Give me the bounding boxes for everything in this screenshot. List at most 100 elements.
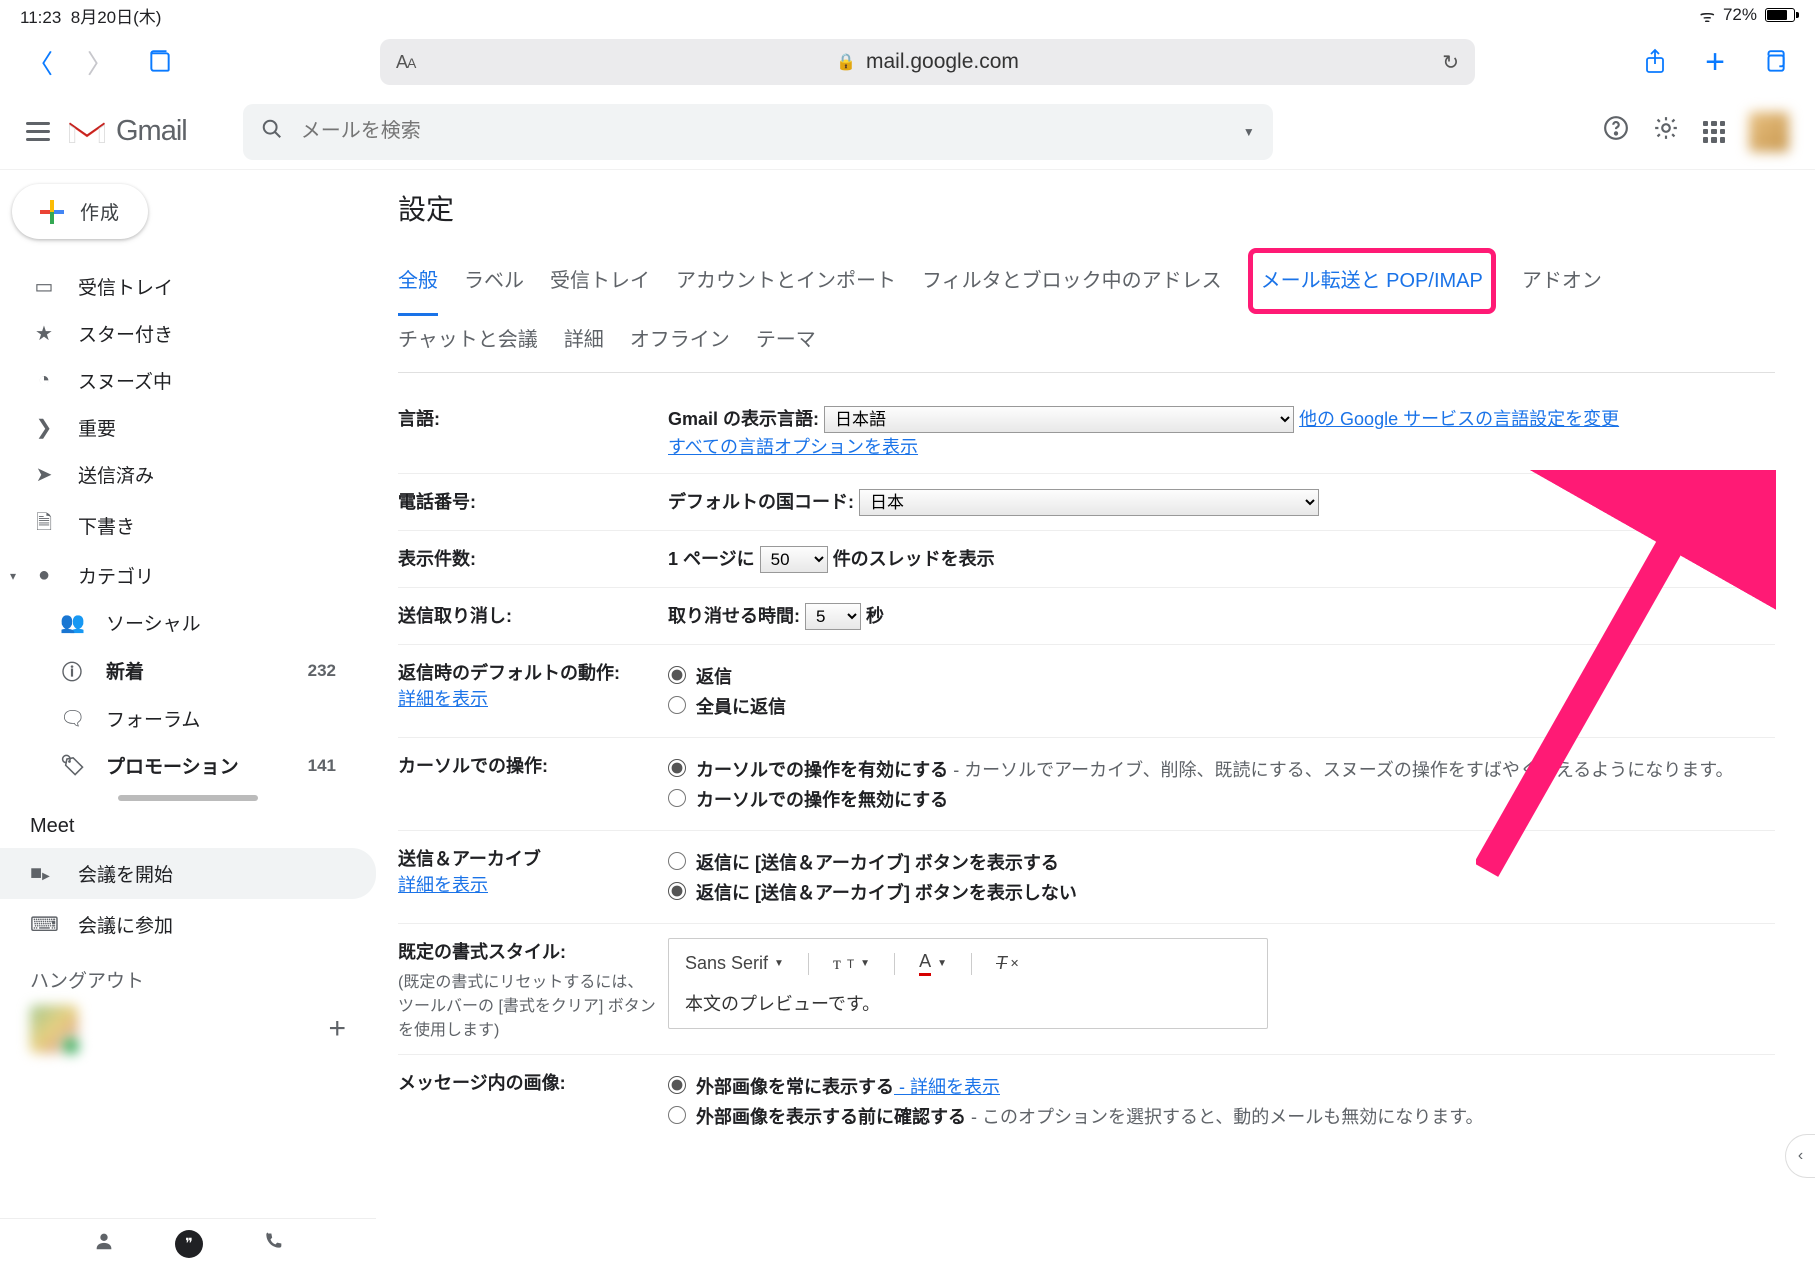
account-avatar[interactable] <box>1749 112 1789 152</box>
hangouts-tab-icon[interactable]: ❞ <box>175 1230 203 1258</box>
contacts-tab-icon[interactable] <box>93 1230 115 1258</box>
undo-suffix: 秒 <box>866 606 884 626</box>
select-page-size[interactable]: 50 <box>760 546 828 573</box>
sidebar-item-新着[interactable]: ⓘ新着232 <box>0 646 376 695</box>
opt-images-ask: 外部画像を表示する前に確認する <box>696 1107 966 1127</box>
sidebar-item-ソーシャル[interactable]: 👥ソーシャル <box>0 599 376 646</box>
tab-6[interactable]: アドオン <box>1522 257 1602 313</box>
video-camera-icon: ■▶ <box>30 862 54 885</box>
opt-sa-hide: 返信に [送信＆アーカイブ] ボタンを表示しない <box>696 879 1077 905</box>
hangouts-add-button[interactable]: + <box>328 1012 346 1046</box>
tab-4[interactable]: フィルタとブロック中のアドレス <box>922 257 1222 313</box>
phone-tab-icon[interactable] <box>263 1231 283 1257</box>
hangouts-username <box>90 1019 316 1039</box>
opt-sa-show: 返信に [送信＆アーカイブ] ボタンを表示する <box>696 849 1059 875</box>
link-other-services[interactable]: 他の Google サービスの言語設定を変更 <box>1299 409 1619 429</box>
url-bar[interactable]: AA 🔒 mail.google.com ↻ <box>380 39 1475 85</box>
meet-join-button[interactable]: ⌨ 会議に参加 <box>0 899 376 950</box>
help-icon[interactable] <box>1603 115 1629 148</box>
hamburger-menu-icon[interactable] <box>26 120 50 144</box>
tabs-button[interactable] <box>1755 42 1795 82</box>
nav-label: プロモーション <box>106 752 239 779</box>
ios-time: 11:23 <box>20 8 61 27</box>
select-undo-seconds[interactable]: 5 <box>805 603 861 630</box>
tab-9[interactable]: オフライン <box>630 316 730 372</box>
tab-10[interactable]: テーマ <box>756 316 816 372</box>
tab-1[interactable]: ラベル <box>464 257 524 313</box>
default-code-label: デフォルトの国コード: <box>668 492 854 512</box>
gmail-logo[interactable]: Gmail <box>66 115 187 148</box>
search-bar[interactable]: ▼ <box>243 104 1273 160</box>
opt-hover-on: カーソルでの操作を有効にする <box>696 760 948 780</box>
label-images: メッセージ内の画像: <box>398 1055 668 1148</box>
meet-start-label: 会議を開始 <box>78 860 173 887</box>
opt-hover-off: カーソルでの操作を無効にする <box>696 786 948 812</box>
apps-grid-icon[interactable] <box>1703 121 1725 143</box>
radio-sa-show[interactable] <box>668 852 686 870</box>
label-hover: カーソルでの操作: <box>398 738 668 831</box>
ios-status-bar: 11:23 8月20日(木) ᯤ 72% <box>0 0 1815 30</box>
select-country-code[interactable]: 日本 <box>859 489 1319 516</box>
clear-format-button[interactable]: T✕ <box>996 953 1019 974</box>
compose-button[interactable]: 作成 <box>12 184 148 239</box>
sidebar-item-スヌーズ中[interactable]: ◔スヌーズ中 <box>0 357 376 404</box>
display-language-label: Gmail の表示言語: <box>668 409 819 429</box>
nav-icon: ❯ <box>32 415 56 440</box>
gmail-logo-text: Gmail <box>116 115 187 148</box>
page-size-prefix: 1 ページに <box>668 549 755 569</box>
gmail-logo-icon <box>66 116 108 148</box>
tab-5[interactable]: メール転送と POP/IMAP <box>1248 248 1496 314</box>
tab-8[interactable]: 詳細 <box>564 316 604 372</box>
bookmarks-button[interactable] <box>140 42 180 82</box>
radio-hover-off[interactable] <box>668 789 686 807</box>
font-color-button[interactable]: A ▼ <box>919 951 947 976</box>
link-images-detail[interactable]: - 詳細を表示 <box>894 1077 1000 1097</box>
tab-7[interactable]: チャットと会議 <box>398 316 538 372</box>
meet-start-button[interactable]: ■▶ 会議を開始 <box>0 848 376 899</box>
share-button[interactable] <box>1635 42 1675 82</box>
sidebar-item-カテゴリ[interactable]: ●カテゴリ <box>0 552 376 599</box>
font-family-button[interactable]: Sans Serif ▼ <box>685 953 784 974</box>
radio-images-ask[interactable] <box>668 1106 686 1124</box>
link-show-all-lang[interactable]: すべての言語オプションを表示 <box>668 437 918 457</box>
hangouts-row[interactable]: + <box>0 999 376 1059</box>
row-reply-default: 返信時のデフォルトの動作: 詳細を表示 返信 全員に返信 <box>398 645 1775 738</box>
back-button[interactable]: 〈 <box>20 42 60 82</box>
settings-main: 設定 全般ラベル受信トレイアカウントとインポートフィルタとブロック中のアドレスメ… <box>376 170 1815 1218</box>
sidebar-item-プロモーション[interactable]: 🏷プロモーション141 <box>0 742 376 789</box>
sidebar: 作成 ▭受信トレイ★スター付き◔スヌーズ中❯重要➤送信済み🗎下書き●カテゴリ👥ソ… <box>0 170 376 1218</box>
nav-icon: ◔ <box>32 369 56 392</box>
sidebar-item-送信済み[interactable]: ➤送信済み <box>0 451 376 498</box>
new-tab-button[interactable]: + <box>1695 42 1735 82</box>
link-send-archive-detail[interactable]: 詳細を表示 <box>398 875 488 895</box>
sidebar-item-スター付き[interactable]: ★スター付き <box>0 310 376 357</box>
search-input[interactable] <box>301 120 1225 143</box>
nav-count: 232 <box>308 661 336 681</box>
select-language[interactable]: 日本語 <box>824 406 1294 433</box>
gear-icon[interactable] <box>1653 115 1679 148</box>
opt-hover-on-desc: - カーソルでアーカイブ、削除、既読にする、スヌーズの操作をすばやく行えるように… <box>948 760 1733 780</box>
tab-2[interactable]: 受信トレイ <box>550 257 650 313</box>
text-size-button[interactable]: AA <box>396 52 415 73</box>
radio-hover-on[interactable] <box>668 759 686 777</box>
side-panel-toggle[interactable]: ‹ <box>1785 1134 1815 1178</box>
tab-3[interactable]: アカウントとインポート <box>676 257 896 313</box>
battery-percent: 72% <box>1723 5 1757 25</box>
reload-button[interactable]: ↻ <box>1442 50 1459 75</box>
link-reply-detail[interactable]: 詳細を表示 <box>398 689 488 709</box>
font-size-button[interactable]: тT ▼ <box>833 953 870 974</box>
nav-label: ソーシャル <box>106 609 201 636</box>
sidebar-item-重要[interactable]: ❯重要 <box>0 404 376 451</box>
tab-0[interactable]: 全般 <box>398 257 438 316</box>
sidebar-item-下書き[interactable]: 🗎下書き <box>0 498 376 552</box>
sidebar-item-フォーラム[interactable]: 🗨フォーラム <box>0 695 376 742</box>
nav-icon: ● <box>32 564 56 587</box>
opt-reply: 返信 <box>696 663 732 689</box>
radio-images-always[interactable] <box>668 1076 686 1094</box>
radio-sa-hide[interactable] <box>668 882 686 900</box>
search-options-caret-icon[interactable]: ▼ <box>1243 125 1255 139</box>
radio-reply[interactable] <box>668 666 686 684</box>
row-page-size: 表示件数: 1 ページに 50 件のスレッドを表示 <box>398 531 1775 588</box>
radio-reply-all[interactable] <box>668 696 686 714</box>
sidebar-item-受信トレイ[interactable]: ▭受信トレイ <box>0 263 376 310</box>
